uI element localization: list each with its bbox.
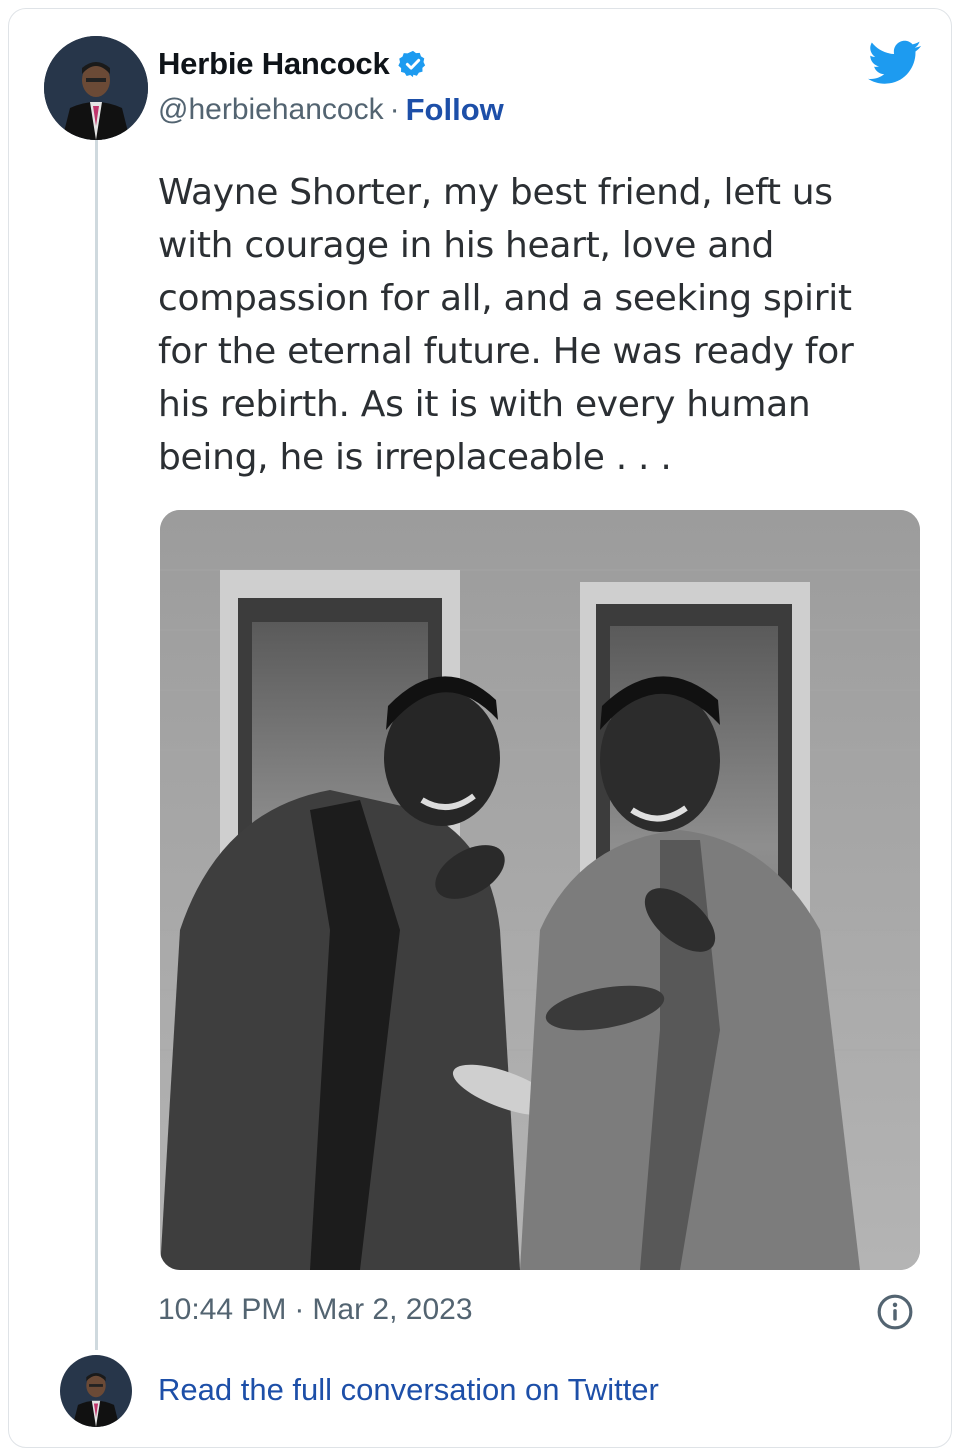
read-full-conversation-link[interactable]: Read the full conversation on Twitter (158, 1372, 659, 1408)
tweet-time: 10:44 PM (158, 1293, 287, 1326)
tweet-text-line: for the eternal future. He was ready for (158, 331, 854, 372)
info-icon[interactable] (876, 1293, 914, 1336)
timestamp-separator: · (294, 1293, 305, 1326)
twitter-bird-icon[interactable] (868, 40, 922, 91)
author-name-row: Herbie Hancock (158, 46, 428, 82)
tweet-text-line: Wayne Shorter, my best friend, left us (158, 172, 833, 213)
tweet-text-line: with courage in his heart, love and (158, 225, 775, 266)
tweet-text-line: his rebirth. As it is with every human (158, 384, 811, 425)
footer-avatar[interactable] (60, 1355, 132, 1427)
author-display-name[interactable]: Herbie Hancock (158, 46, 390, 82)
tweet-date: Mar 2, 2023 (312, 1293, 473, 1326)
author-handle[interactable]: @herbiehancock (158, 93, 384, 127)
verified-badge-icon (397, 49, 428, 79)
thread-line (95, 140, 98, 1350)
tweet-timestamp[interactable]: 10:44 PM · Mar 2, 2023 (158, 1293, 473, 1327)
author-handle-row: @herbiehancock · Follow (158, 92, 504, 128)
follow-link[interactable]: Follow (406, 92, 504, 128)
tweet-text: Wayne Shorter, my best friend, left us w… (158, 166, 918, 484)
handle-separator: · (389, 93, 400, 126)
tweet-text-line: compassion for all, and a seeking spirit (158, 278, 852, 319)
tweet-text-line: being, he is irreplaceable . . . (158, 437, 672, 478)
author-avatar[interactable] (44, 36, 148, 140)
tweet-photo[interactable] (160, 510, 920, 1270)
